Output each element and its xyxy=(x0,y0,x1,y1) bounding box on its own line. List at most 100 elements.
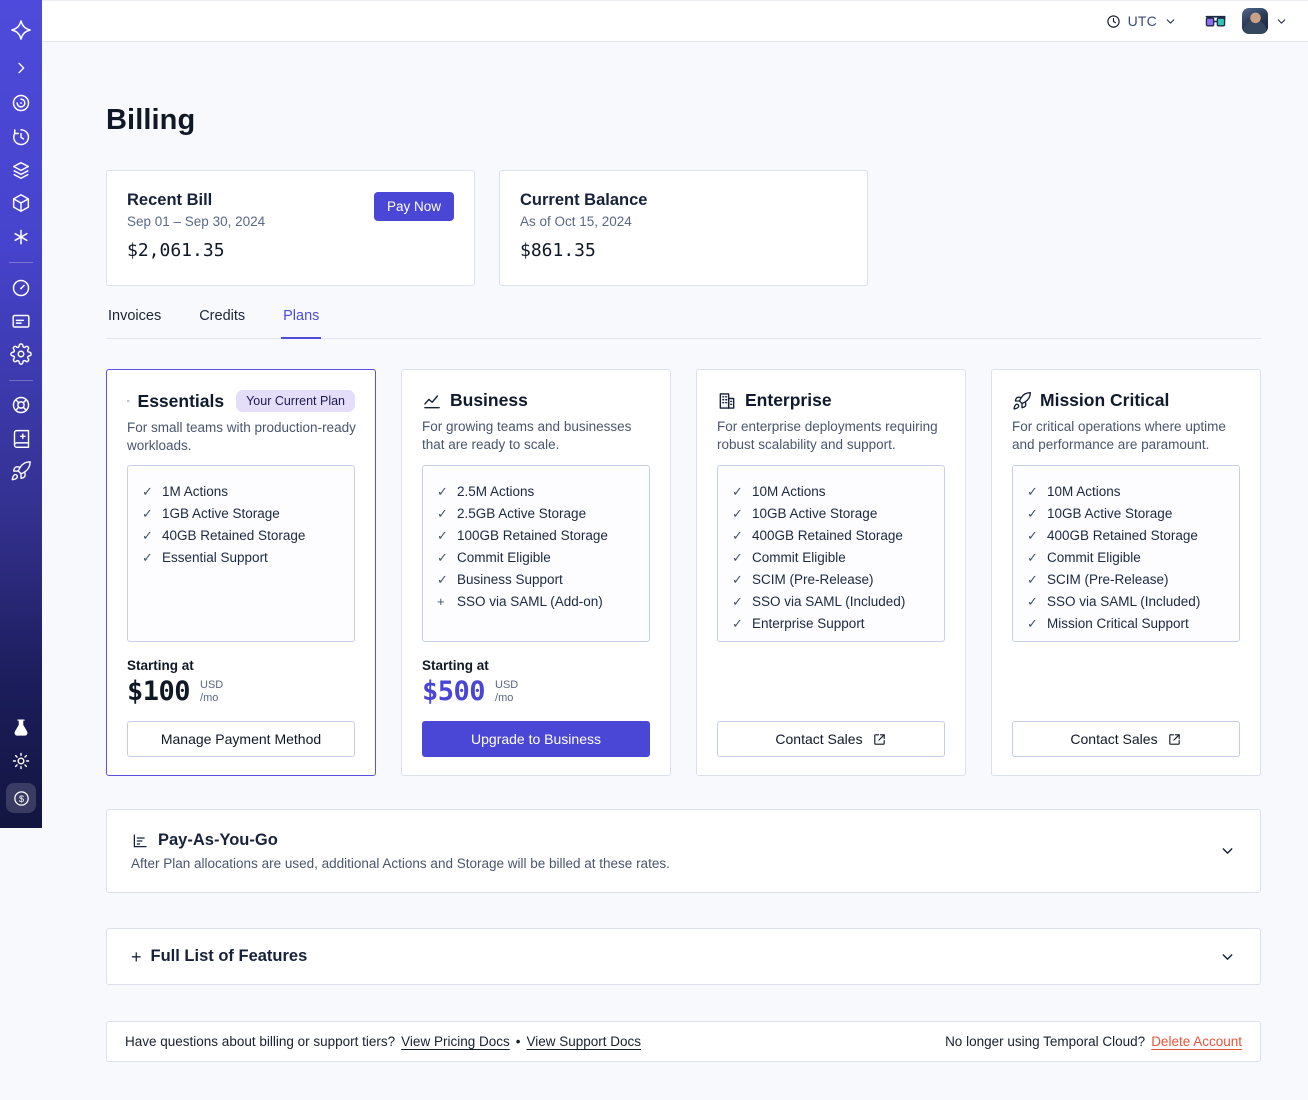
billing-summary: Recent Bill Sep 01 – Sep 30, 2024 $2,061… xyxy=(106,170,1261,286)
tab-invoices[interactable]: Invoices xyxy=(106,308,163,338)
check-icon: ✓ xyxy=(732,506,743,521)
sidebar-item-billing-active[interactable]: $ xyxy=(6,783,36,813)
per-label: /mo xyxy=(200,692,219,704)
dollar-badge-icon: $ xyxy=(13,790,29,806)
plan-feature: ✓ Commit Eligible xyxy=(1027,547,1225,569)
check-icon: ✓ xyxy=(732,550,743,565)
feature-text: 1GB Active Storage xyxy=(162,506,280,521)
check-icon: ✓ xyxy=(1027,484,1038,499)
feature-text: 10M Actions xyxy=(752,484,826,499)
plan-features-box: ✓ 1M Actions ✓ 1GB Active Storage ✓ 40GB Re… xyxy=(127,465,355,642)
external-link-icon xyxy=(1168,733,1180,745)
check-icon: ✓ xyxy=(437,506,448,521)
sidebar-item-settings[interactable] xyxy=(0,342,42,366)
feature-text: Commit Eligible xyxy=(457,550,551,565)
plus-icon: + xyxy=(131,946,142,967)
plan-description: For critical operations where uptime and… xyxy=(1012,419,1226,452)
check-icon: ✓ xyxy=(142,506,153,521)
plan-feature: ✓ Commit Eligible xyxy=(732,547,930,569)
feature-text: 2.5GB Active Storage xyxy=(457,506,587,521)
upgrade-to-business-button[interactable]: Upgrade to Business xyxy=(422,721,650,757)
payg-title: Pay-As-You-Go xyxy=(158,831,278,849)
chevron-down-icon xyxy=(1222,953,1233,960)
check-icon: ✓ xyxy=(142,484,153,499)
chevron-right-icon xyxy=(18,62,25,74)
sidebar-item-nexus[interactable] xyxy=(0,225,42,249)
full-features-title: Full List of Features xyxy=(150,947,308,965)
sidebar-item-billing[interactable] xyxy=(0,309,42,333)
plan-feature: ✓ 10M Actions xyxy=(732,481,930,503)
plan-feature: ✓ 10GB Active Storage xyxy=(1027,503,1225,525)
3d-view-button[interactable] xyxy=(1205,14,1226,29)
timezone-selector[interactable]: UTC xyxy=(1106,13,1177,29)
account-menu-button[interactable] xyxy=(1275,15,1288,28)
sidebar-item-deployments[interactable] xyxy=(0,191,42,215)
plan-feature: ✓ SSO via SAML (Included) xyxy=(732,591,930,613)
pay-now-button[interactable]: Pay Now xyxy=(373,192,454,221)
timezone-label: UTC xyxy=(1127,13,1157,29)
starting-at-label: Starting at xyxy=(127,658,194,673)
sidebar-item-stack[interactable] xyxy=(0,158,42,182)
contact-sales-label: Contact Sales xyxy=(775,731,863,747)
rocket-icon xyxy=(11,461,31,481)
currency-label: USD xyxy=(200,679,224,691)
check-icon: ✓ xyxy=(142,550,153,565)
billing-card-icon xyxy=(12,314,30,328)
manage-payment-method-button[interactable]: Manage Payment Method xyxy=(127,721,355,757)
check-icon: ✓ xyxy=(437,572,448,587)
tab-plans[interactable]: Plans xyxy=(281,308,322,339)
sidebar-item-docs[interactable] xyxy=(0,426,42,450)
chevron-down-icon xyxy=(1222,848,1233,854)
sidebar-item-usage[interactable] xyxy=(0,276,42,300)
lifebuoy-icon xyxy=(12,396,30,414)
separator-dot: • xyxy=(515,1034,521,1049)
view-pricing-docs-link[interactable]: View Pricing Docs xyxy=(401,1034,510,1049)
check-icon: ✓ xyxy=(437,528,448,543)
sidebar: $ xyxy=(0,0,42,828)
feature-text: 10GB Active Storage xyxy=(752,506,878,521)
full-features-accordion[interactable]: + Full List of Features xyxy=(106,928,1261,985)
billing-page: Billing Recent Bill Sep 01 – Sep 30, 202… xyxy=(42,0,1308,1062)
sidebar-item-labs[interactable] xyxy=(0,716,42,740)
contact-sales-button[interactable]: Contact Sales xyxy=(1012,721,1240,757)
contact-sales-button[interactable]: Contact Sales xyxy=(717,721,945,757)
user-avatar[interactable] xyxy=(1242,8,1268,34)
rates-chart-icon xyxy=(133,833,147,847)
check-icon: ✓ xyxy=(1027,572,1038,587)
schedules-icon xyxy=(13,129,30,146)
rocket-icon xyxy=(1013,391,1031,410)
starting-at-label: Starting at xyxy=(422,658,489,673)
tab-credits[interactable]: Credits xyxy=(197,308,247,338)
payg-description: After Plan allocations are used, additio… xyxy=(131,856,670,871)
per-label: /mo xyxy=(495,692,514,704)
sidebar-item-getting-started[interactable] xyxy=(0,459,42,483)
feature-text: 100GB Retained Storage xyxy=(457,528,608,543)
check-icon: ✓ xyxy=(437,550,448,565)
footer-question: Have questions about billing or support … xyxy=(125,1034,396,1049)
temporal-logo-icon[interactable] xyxy=(0,18,42,42)
feature-text: Enterprise Support xyxy=(752,616,865,631)
plan-features-box: ✓ 10M Actions ✓ 10GB Active Storage ✓ 400GB… xyxy=(717,465,945,642)
view-support-docs-link[interactable]: View Support Docs xyxy=(526,1034,641,1049)
plan-feature: + SSO via SAML (Add-on) xyxy=(437,591,635,613)
feature-text: 400GB Retained Storage xyxy=(752,528,903,543)
chart-line-icon xyxy=(424,394,440,408)
payg-accordion[interactable]: Pay-As-You-Go After Plan allocations are… xyxy=(106,809,1261,893)
feature-text: SCIM (Pre-Release) xyxy=(1047,572,1169,587)
sidebar-divider xyxy=(9,380,33,381)
check-icon: ✓ xyxy=(1027,616,1038,631)
check-icon: ✓ xyxy=(1027,594,1038,609)
sidebar-item-support[interactable] xyxy=(0,393,42,417)
plan-feature: ✓ 10GB Active Storage xyxy=(732,503,930,525)
expand-sidebar-button[interactable] xyxy=(0,56,42,80)
theme-toggle[interactable] xyxy=(0,749,42,773)
plan-feature: ✓ Enterprise Support xyxy=(732,613,930,635)
current-balance-title: Current Balance xyxy=(520,191,648,209)
plan-feature: ✓ 1M Actions xyxy=(142,481,340,503)
feature-text: Essential Support xyxy=(162,550,268,565)
sidebar-item-namespaces[interactable] xyxy=(0,91,42,115)
delete-account-link[interactable]: Delete Account xyxy=(1151,1034,1242,1049)
feature-text: SSO via SAML (Add-on) xyxy=(457,594,603,609)
sidebar-item-schedules[interactable] xyxy=(0,125,42,149)
plan-feature: ✓ SCIM (Pre-Release) xyxy=(732,569,930,591)
